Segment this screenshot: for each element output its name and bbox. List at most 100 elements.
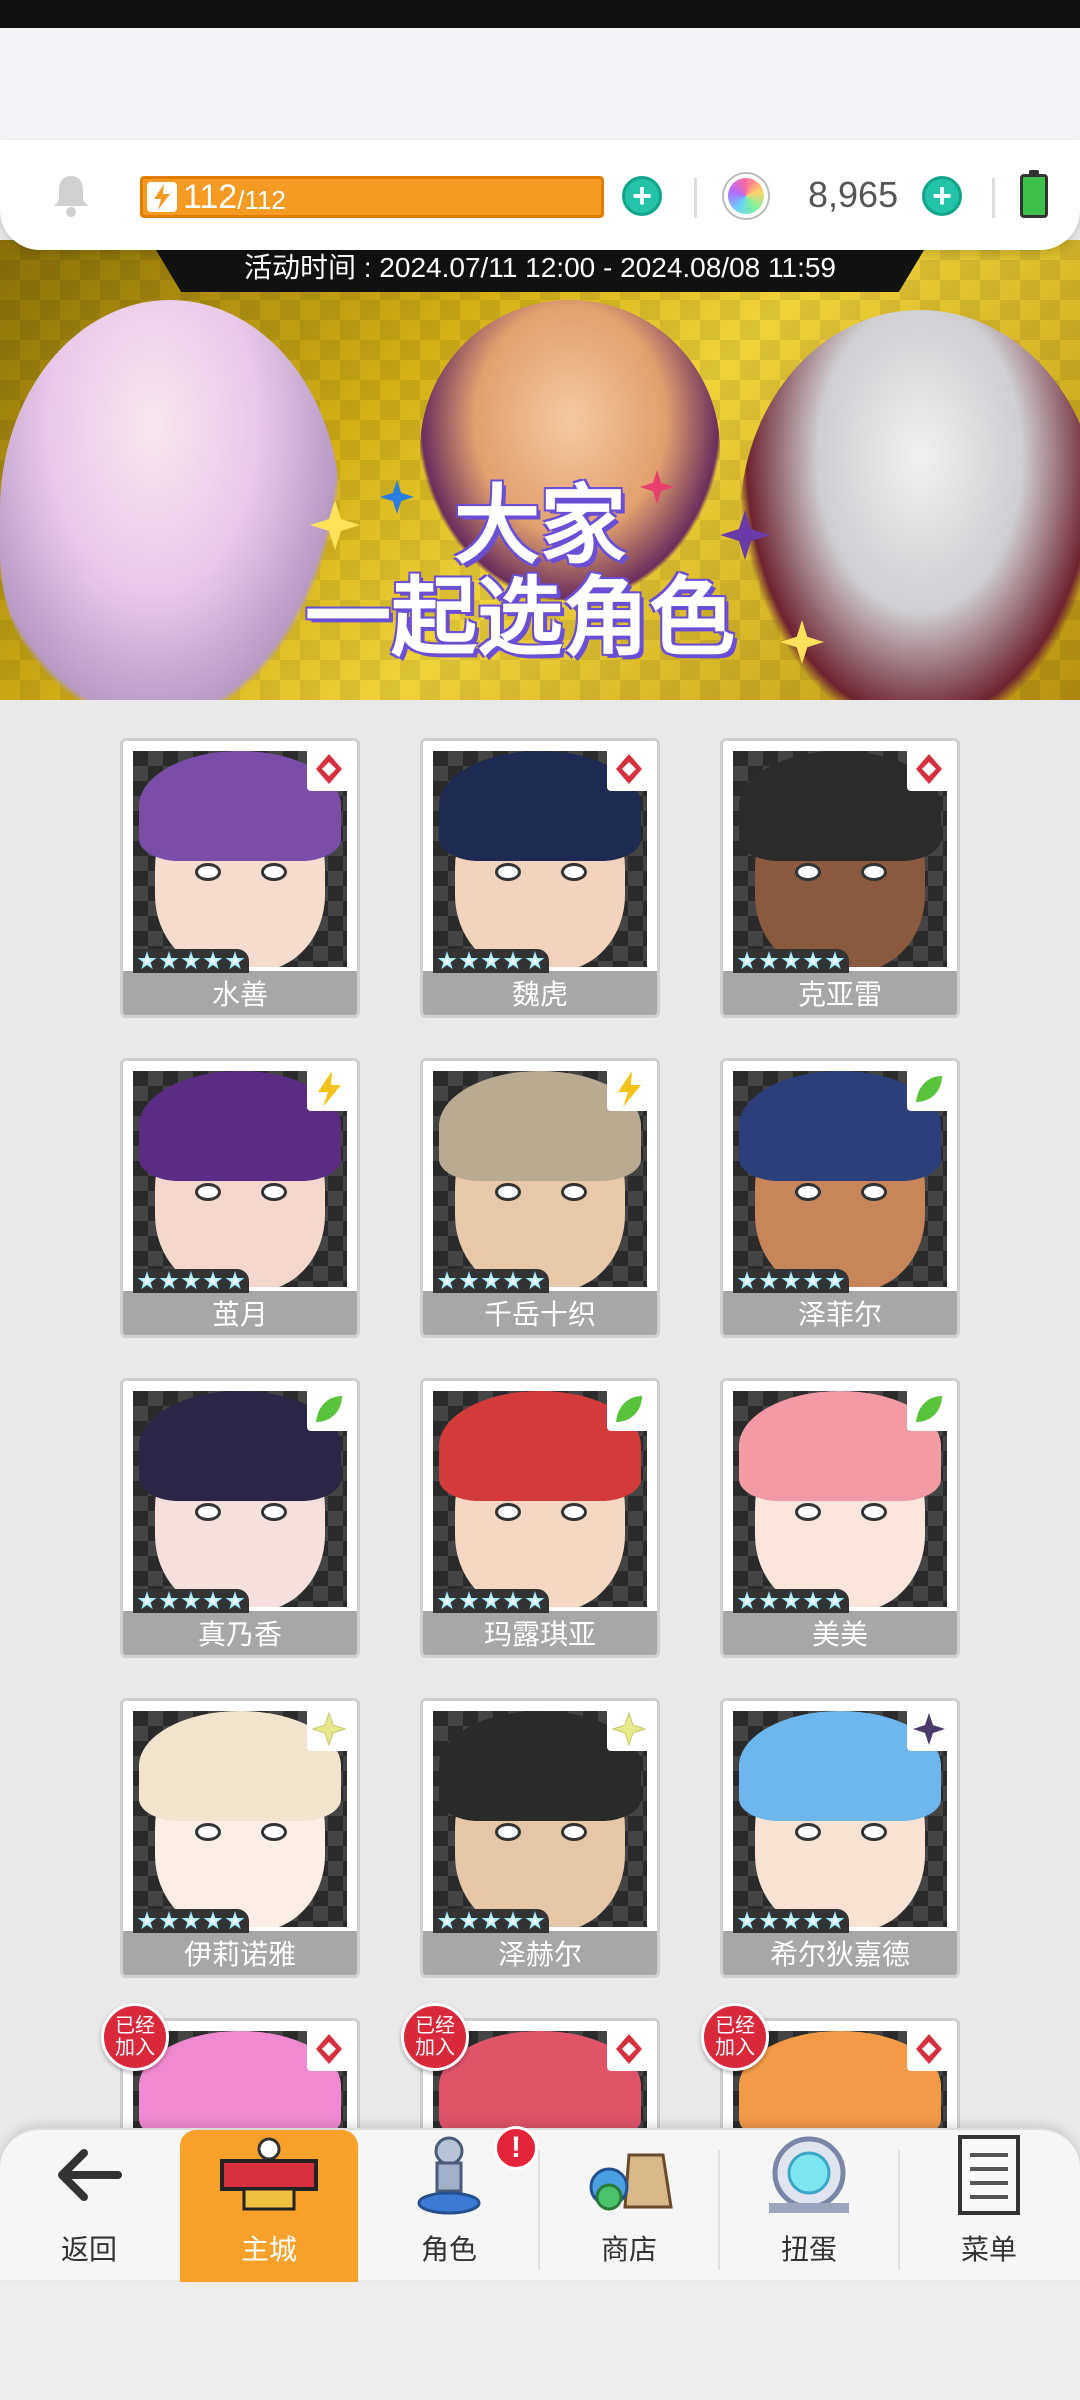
rarity-stars (133, 1269, 249, 1293)
shop-bag-icon (574, 2130, 684, 2220)
star-icon (803, 1911, 823, 1930)
lightning-icon (607, 1067, 651, 1111)
character-card[interactable]: 玛露琪亚 (420, 1378, 660, 1658)
nav-menu-button[interactable]: 菜单 (900, 2130, 1078, 2282)
battery-icon (1020, 170, 1048, 218)
rarity-stars (733, 1269, 849, 1293)
divider (898, 2150, 900, 2270)
star-icon (781, 1271, 801, 1290)
character-name: 克亚雷 (723, 971, 957, 1015)
star-icon (825, 1911, 845, 1930)
character-card[interactable]: 水善 (120, 738, 360, 1018)
star-icon (781, 1911, 801, 1930)
nav-back-button[interactable]: 返回 (0, 2130, 178, 2282)
divider (718, 2150, 720, 2270)
gem-count: 8,965 (808, 174, 899, 215)
character-card[interactable]: 伊莉诺雅 (120, 1698, 360, 1978)
add-stamina-button[interactable]: + (622, 176, 662, 216)
star-icon (203, 1271, 223, 1290)
character-card[interactable]: 真乃香 (120, 1378, 360, 1658)
star-icon (759, 951, 779, 970)
rarity-stars (433, 1269, 549, 1293)
joined-badge: 已经 加入 (701, 2003, 769, 2071)
star-icon (759, 1591, 779, 1610)
character-card[interactable]: 魏虎 (420, 738, 660, 1018)
nav-shop-button[interactable]: 商店 (540, 2130, 718, 2282)
app-screen: 112 /112 + 8,965 + 活动时间 : 2024.07/11 12:… (0, 0, 1080, 2400)
nav-home-label: 主城 (240, 2234, 297, 2265)
rarity-stars (433, 1589, 549, 1613)
character-name: 茧月 (123, 1291, 357, 1335)
system-nav-area (0, 2280, 1080, 2400)
character-eye (795, 863, 821, 881)
character-card[interactable]: 克亚雷 (720, 738, 960, 1018)
star-icon (825, 1591, 845, 1610)
character-eye (561, 1503, 587, 1521)
banner-title-line1: 大家 (454, 478, 626, 574)
character-card[interactable]: 希尔狄嘉德 (720, 1698, 960, 1978)
character-name: 魏虎 (423, 971, 657, 1015)
character-name: 水善 (123, 971, 357, 1015)
top-spacer (0, 28, 1080, 148)
character-eye (495, 1823, 521, 1841)
bell-icon[interactable] (50, 172, 92, 218)
leaf-icon (307, 1387, 351, 1431)
diamond-icon (907, 747, 951, 791)
star-icon (503, 1911, 523, 1930)
diamond-icon (607, 2027, 651, 2071)
character-eye (195, 1823, 221, 1841)
gacha-portal-icon (754, 2130, 864, 2220)
divider (992, 178, 995, 218)
star-icon (481, 1271, 501, 1290)
leaf-icon (607, 1387, 651, 1431)
star-icon (181, 1591, 201, 1610)
resource-hud: 112 /112 + 8,965 + (0, 140, 1080, 250)
nav-gacha-label: 扭蛋 (780, 2234, 837, 2265)
star-icon (759, 1911, 779, 1930)
nav-menu-label: 菜单 (960, 2234, 1017, 2265)
character-card[interactable]: 千岳十织 (420, 1058, 660, 1338)
character-eye (195, 1183, 221, 1201)
character-card[interactable]: 茧月 (120, 1058, 360, 1338)
nav-home-button[interactable]: 主城 (180, 2130, 358, 2282)
character-eye (795, 1183, 821, 1201)
leaf-icon (907, 1067, 951, 1111)
stamina-value: 112 (183, 177, 238, 216)
rarity-stars (733, 949, 849, 973)
star-icon (503, 1591, 523, 1610)
character-eye (861, 863, 887, 881)
character-eye (261, 1823, 287, 1841)
star-icon (481, 1591, 501, 1610)
character-eye (261, 863, 287, 881)
character-name: 千岳十织 (423, 1291, 657, 1335)
character-eye (195, 863, 221, 881)
stamina-max: /112 (237, 184, 286, 215)
character-card[interactable]: 美美 (720, 1378, 960, 1658)
character-eye (861, 1503, 887, 1521)
joined-badge: 已经 加入 (101, 2003, 169, 2071)
star-icon (803, 1271, 823, 1290)
character-card[interactable]: 泽赫尔 (420, 1698, 660, 1978)
star-icon (803, 1591, 823, 1610)
joined-badge: 已经 加入 (401, 2003, 469, 2071)
character-card[interactable]: 泽菲尔 (720, 1058, 960, 1338)
star-icon (203, 1591, 223, 1610)
character-eye (195, 1503, 221, 1521)
status-bar (0, 0, 1080, 28)
star-icon (159, 951, 179, 970)
nav-gacha-button[interactable]: 扭蛋 (720, 2130, 898, 2282)
nav-characters-button[interactable]: 角色 ! (360, 2126, 538, 2282)
divider (538, 2150, 540, 2270)
event-banner[interactable]: 活动时间 : 2024.07/11 12:00 - 2024.08/08 11:… (0, 240, 1080, 700)
star-icon (525, 951, 545, 970)
star-icon (781, 1591, 801, 1610)
star-icon (737, 951, 757, 970)
add-gems-button[interactable]: + (922, 176, 962, 216)
character-name: 伊莉诺雅 (123, 1931, 357, 1975)
diamond-icon (307, 2027, 351, 2071)
star-icon (459, 1591, 479, 1610)
light-sparkle-icon (607, 1707, 651, 1751)
rarity-stars (733, 1589, 849, 1613)
star-icon (225, 1591, 245, 1610)
star-icon (181, 1271, 201, 1290)
